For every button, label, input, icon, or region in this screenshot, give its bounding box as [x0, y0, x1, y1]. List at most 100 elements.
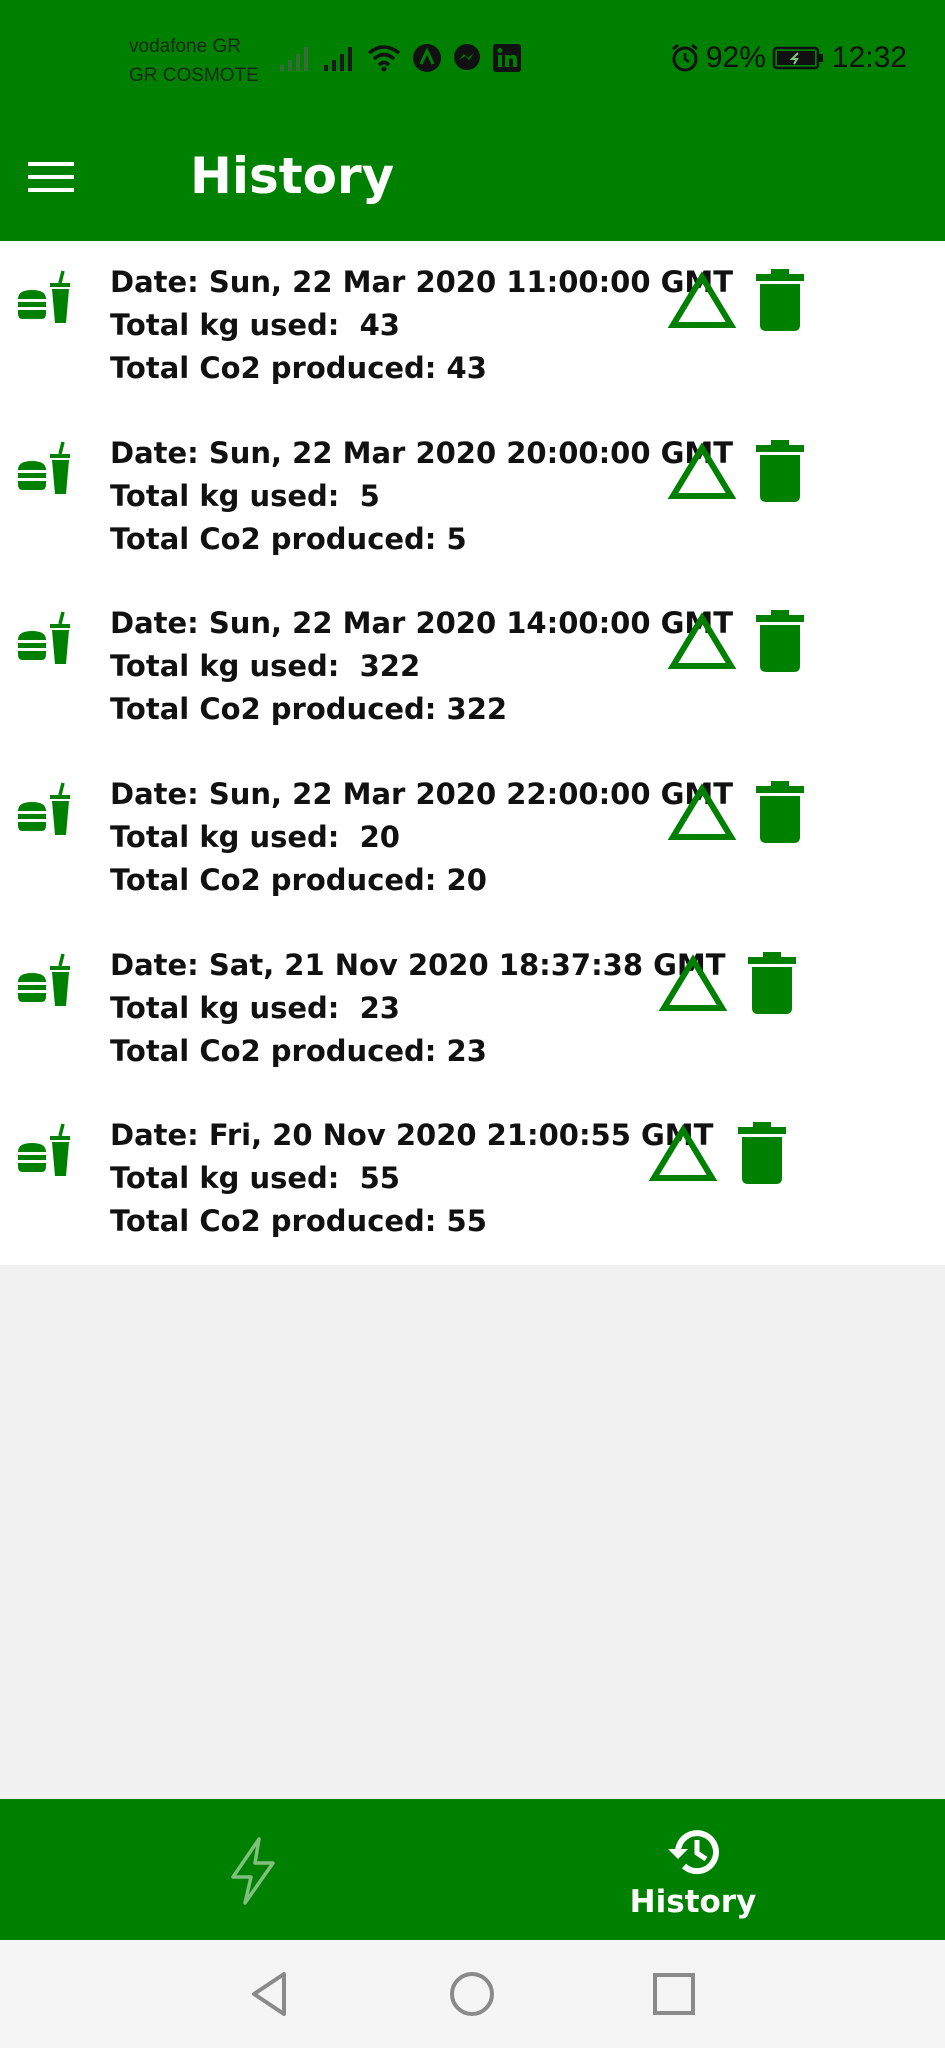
screen: vodafone GR GR COSMOTE 92% 12:32 History… — [0, 0, 945, 2048]
trash-button[interactable] — [756, 610, 804, 672]
co2-line: Total Co2 produced: 55 — [110, 1200, 713, 1243]
date-line: Date: Sun, 22 Mar 2020 11:00:00 GMT — [110, 261, 733, 304]
kg-label: Total kg used: — [110, 308, 360, 342]
battery-icon — [772, 46, 823, 70]
co2-line: Total Co2 produced: 20 — [110, 859, 733, 902]
kg-line: Total kg used: 43 — [110, 304, 733, 347]
date-label: Date: — [110, 1118, 209, 1152]
date-label: Date: — [110, 777, 209, 811]
bottom-navigation: History — [0, 1799, 945, 1940]
clock: 12:32 — [831, 41, 907, 74]
triangle-button[interactable] — [667, 442, 737, 502]
date-line: Date: Sat, 21 Nov 2020 18:37:38 GMT — [110, 944, 726, 987]
back-icon[interactable] — [244, 1968, 296, 2020]
date-line: Date: Fri, 20 Nov 2020 21:00:55 GMT — [110, 1114, 713, 1157]
history-item-text: Date: Sun, 22 Mar 2020 20:00:00 GMT Tota… — [110, 432, 733, 561]
header: vodafone GR GR COSMOTE 92% 12:32 History — [0, 0, 945, 241]
status-icons-left — [278, 38, 522, 78]
home-icon[interactable] — [446, 1968, 498, 2020]
kg-value: 322 — [359, 649, 421, 683]
date-label: Date: — [110, 265, 209, 299]
co2-value: 5 — [446, 522, 467, 556]
system-navigation-bar — [0, 1940, 945, 2048]
co2-value: 20 — [446, 863, 487, 897]
co2-line: Total Co2 produced: 322 — [110, 688, 733, 731]
kg-line: Total kg used: 20 — [110, 816, 733, 859]
wifi-icon — [367, 45, 401, 72]
date-value: Sun, 22 Mar 2020 20:00:00 GMT — [208, 436, 734, 470]
history-list: Date: Sun, 22 Mar 2020 11:00:00 GMT Tota… — [0, 241, 945, 1265]
co2-line: Total Co2 produced: 23 — [110, 1030, 726, 1073]
fastfood-icon — [18, 1123, 70, 1176]
kg-label: Total kg used: — [110, 991, 360, 1025]
co2-value: 43 — [446, 351, 487, 385]
status-bar: vodafone GR GR COSMOTE 92% 12:32 — [0, 0, 945, 118]
trash-button[interactable] — [748, 952, 796, 1014]
history-item-text: Date: Sat, 21 Nov 2020 18:37:38 GMT Tota… — [110, 944, 726, 1073]
kg-line: Total kg used: 5 — [110, 475, 733, 518]
page-title: History — [190, 147, 395, 205]
co2-value: 55 — [446, 1204, 487, 1238]
triangle-button[interactable] — [667, 271, 737, 331]
triangle-button[interactable] — [667, 783, 737, 843]
carrier-info: vodafone GR GR COSMOTE — [129, 32, 259, 90]
recents-icon[interactable] — [648, 1968, 700, 2020]
date-label: Date: — [110, 436, 209, 470]
co2-value: 322 — [446, 692, 508, 726]
kg-label: Total kg used: — [110, 649, 360, 683]
date-line: Date: Sun, 22 Mar 2020 22:00:00 GMT — [110, 773, 733, 816]
triangle-button[interactable] — [667, 612, 737, 672]
kg-value: 55 — [359, 1161, 400, 1195]
nav-label-history: History — [629, 1884, 757, 1920]
date-value: Fri, 20 Nov 2020 21:00:55 GMT — [208, 1118, 714, 1152]
date-label: Date: — [110, 606, 209, 640]
fastfood-icon — [18, 270, 70, 323]
date-label: Date: — [110, 948, 209, 982]
carrier-name-2: GR COSMOTE — [129, 65, 259, 86]
triangle-button[interactable] — [658, 954, 728, 1014]
co2-label: Total Co2 produced: — [110, 351, 447, 385]
co2-line: Total Co2 produced: 5 — [110, 518, 733, 561]
fastfood-icon — [18, 782, 70, 835]
co2-label: Total Co2 produced: — [110, 692, 447, 726]
kg-line: Total kg used: 23 — [110, 987, 726, 1030]
alarm-icon — [671, 43, 698, 72]
nav-item-history[interactable]: History — [543, 1799, 843, 1940]
history-item: Date: Sat, 21 Nov 2020 18:37:38 GMT Tota… — [0, 924, 945, 1095]
hamburger-menu-icon — [28, 162, 74, 192]
kg-value: 5 — [359, 479, 380, 513]
history-item: Date: Sun, 22 Mar 2020 22:00:00 GMT Tota… — [0, 753, 945, 924]
triangle-button[interactable] — [648, 1124, 718, 1184]
trash-button[interactable] — [756, 440, 804, 502]
co2-value: 23 — [446, 1034, 487, 1068]
co2-label: Total Co2 produced: — [110, 1204, 447, 1238]
fastfood-icon — [18, 441, 70, 494]
menu-button[interactable] — [22, 148, 82, 208]
trash-button[interactable] — [738, 1122, 786, 1184]
date-line: Date: Sun, 22 Mar 2020 20:00:00 GMT — [110, 432, 733, 475]
date-value: Sun, 22 Mar 2020 22:00:00 GMT — [208, 777, 734, 811]
date-line: Date: Sun, 22 Mar 2020 14:00:00 GMT — [110, 602, 733, 645]
history-icon — [668, 1830, 719, 1875]
trash-button[interactable] — [756, 269, 804, 331]
history-item: Date: Sun, 22 Mar 2020 11:00:00 GMT Tota… — [0, 241, 945, 412]
app-notification-icon — [413, 44, 441, 72]
kg-label: Total kg used: — [110, 479, 360, 513]
signal-icon — [280, 47, 308, 71]
co2-label: Total Co2 produced: — [110, 1034, 447, 1068]
co2-line: Total Co2 produced: 43 — [110, 347, 733, 390]
trash-button[interactable] — [756, 781, 804, 843]
date-value: Sat, 21 Nov 2020 18:37:38 GMT — [208, 948, 726, 982]
nav-item-energy[interactable] — [103, 1799, 403, 1940]
co2-label: Total Co2 produced: — [110, 522, 447, 556]
history-item: Date: Sun, 22 Mar 2020 14:00:00 GMT Tota… — [0, 582, 945, 753]
kg-line: Total kg used: 55 — [110, 1157, 713, 1200]
battery-percent: 92% — [705, 41, 766, 74]
linkedin-icon — [493, 44, 521, 72]
history-item: Date: Sun, 22 Mar 2020 20:00:00 GMT Tota… — [0, 412, 945, 583]
kg-value: 43 — [359, 308, 400, 342]
co2-label: Total Co2 produced: — [110, 863, 447, 897]
history-item-text: Date: Fri, 20 Nov 2020 21:00:55 GMT Tota… — [110, 1114, 713, 1243]
signal-icon — [324, 47, 352, 71]
kg-label: Total kg used: — [110, 820, 360, 854]
